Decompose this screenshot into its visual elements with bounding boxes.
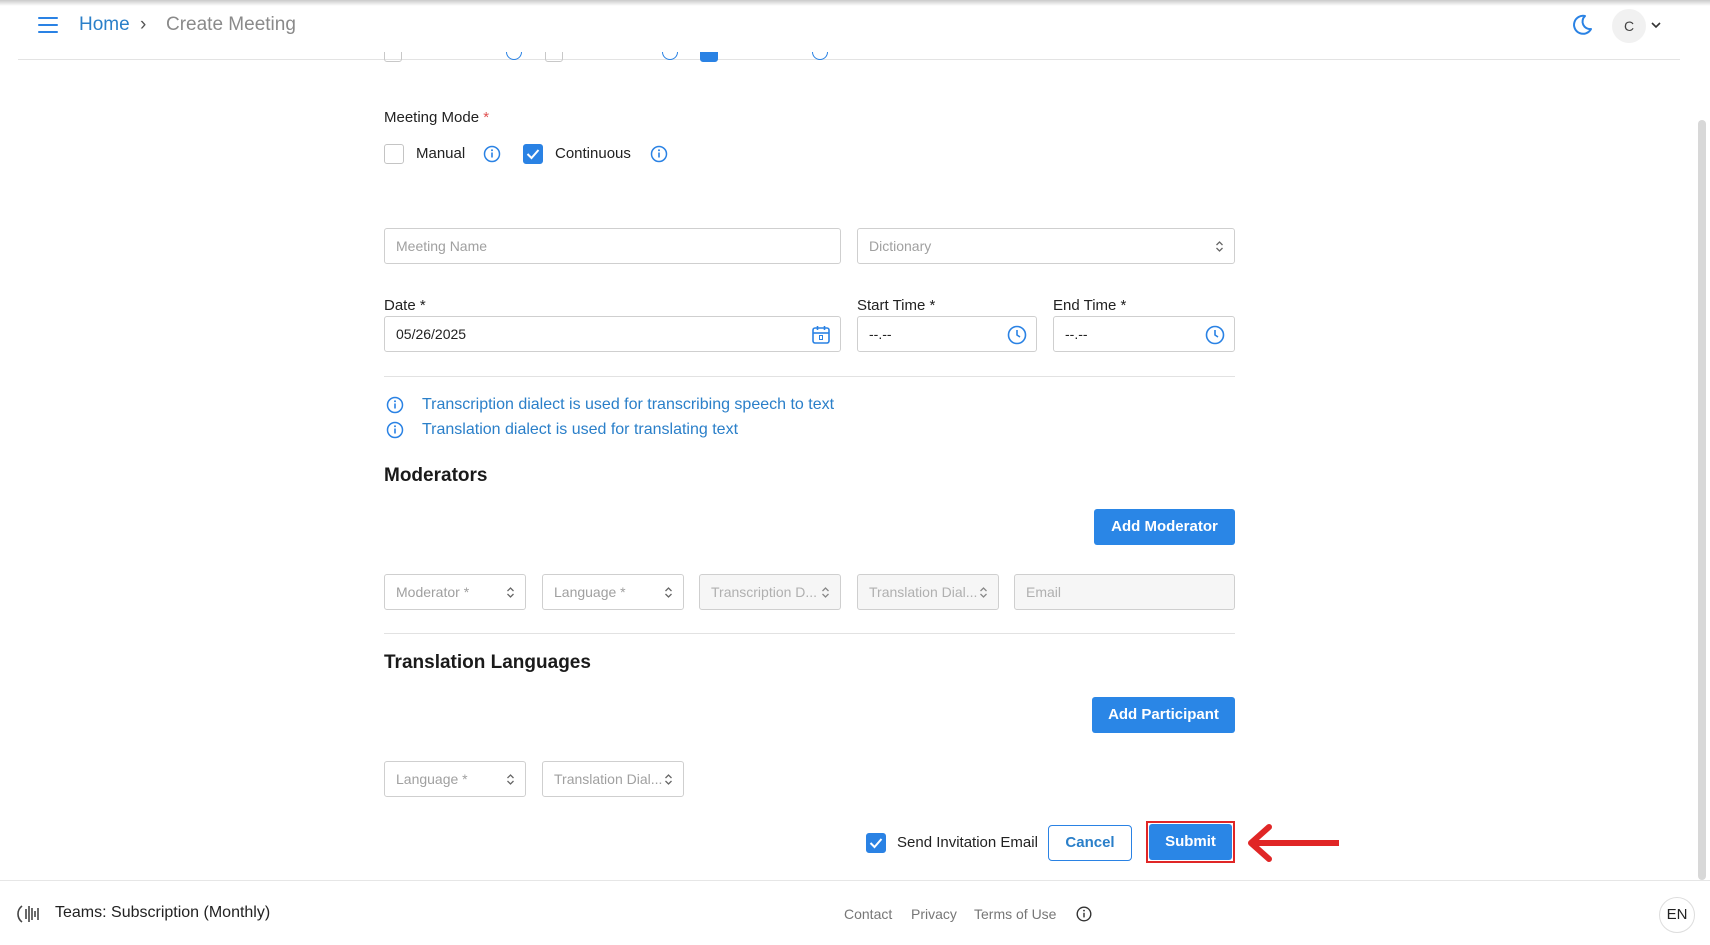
header-divider [18,59,1680,60]
translation-placeholder: Translation Dial... [869,584,978,600]
checkbox-partial[interactable] [384,52,402,62]
language-switch-button[interactable]: EN [1659,897,1695,933]
add-participant-button[interactable]: Add Participant [1092,697,1235,733]
language-placeholder: Language * [396,771,468,787]
translation-dialect-select[interactable]: Translation Dial... [857,574,999,610]
moderator-placeholder: Moderator * [396,584,470,600]
info-icon [386,396,404,414]
add-moderator-button[interactable]: Add Moderator [1094,509,1235,545]
moderator-select[interactable]: Moderator * [384,574,526,610]
continuous-checkbox[interactable] [523,144,543,164]
transcription-hint: Transcription dialect is used for transc… [422,396,835,413]
translation-placeholder: Translation Dial... [554,771,663,787]
transcription-dialect-select[interactable]: Transcription D... [699,574,841,610]
header: Home › Create Meeting C [0,0,1710,60]
participant-translation-dialect-select[interactable]: Translation Dial... [542,761,684,797]
hamburger-menu-icon[interactable] [38,16,60,34]
select-arrows-icon [980,587,987,598]
start-time-value: --.-- [869,326,892,342]
select-arrows-icon [507,587,514,598]
send-invitation-label: Send Invitation Email [897,834,1038,851]
participant-language-select[interactable]: Language * [384,761,526,797]
manual-checkbox[interactable] [384,144,404,164]
meeting-name-input[interactable]: Meeting Name [384,228,841,264]
end-time-input[interactable]: --.-- [1053,316,1235,352]
meeting-mode-label: Meeting Mode * [384,109,490,126]
info-icon[interactable] [1076,906,1092,922]
manual-info-icon[interactable] [483,145,501,163]
moderators-title: Moderators [384,465,488,486]
info-icon [662,52,678,60]
start-time-input[interactable]: --.-- [857,316,1037,352]
info-icon [386,421,404,439]
section-divider [384,376,1235,377]
moderator-email-input[interactable]: Email [1014,574,1235,610]
checkbox-partial[interactable] [545,52,563,62]
submit-highlight-box [1146,821,1235,863]
clock-icon[interactable] [1204,324,1226,346]
breadcrumb-separator: › [140,14,147,35]
footer-privacy-link[interactable]: Privacy [911,906,957,922]
info-icon [812,52,828,60]
language-placeholder: Language * [554,584,626,600]
date-value: 05/26/2025 [396,326,467,342]
translation-languages-title: Translation Languages [384,652,591,673]
red-arrow-annotation [1248,824,1339,862]
send-invitation-checkbox[interactable] [866,833,886,853]
select-arrows-icon [665,774,672,785]
select-arrows-icon [1216,241,1223,252]
manual-label: Manual [416,145,466,162]
dark-mode-moon-icon[interactable] [1570,13,1594,37]
footer-contact-link[interactable]: Contact [844,906,892,922]
translation-hint: Translation dialect is used for translat… [422,421,739,438]
date-label: Date * [384,297,426,314]
transcription-placeholder: Transcription D... [711,584,818,600]
cancel-button[interactable]: Cancel [1048,825,1132,861]
select-arrows-icon [822,587,829,598]
select-arrows-icon [665,587,672,598]
date-input[interactable]: 05/26/2025 [384,316,841,352]
continuous-label: Continuous [555,145,631,162]
moderator-language-select[interactable]: Language * [542,574,684,610]
breadcrumb-home-link[interactable]: Home [79,14,130,36]
team-subscription: Teams: Subscription (Monthly) [55,904,271,921]
footer-terms-link[interactable]: Terms of Use [974,906,1056,922]
user-avatar[interactable]: C [1612,9,1646,43]
footer-divider [0,880,1710,881]
dictionary-select[interactable]: Dictionary [857,228,1235,264]
breadcrumb-current: Create Meeting [166,14,296,35]
continuous-info-icon[interactable] [650,145,668,163]
checkbox-partial-checked[interactable] [700,52,718,62]
start-time-label: Start Time * [857,297,936,314]
end-time-label: End Time * [1053,297,1127,314]
chevron-down-icon[interactable] [1650,19,1662,31]
select-arrows-icon [507,774,514,785]
app-logo-icon [17,905,39,923]
info-icon [506,52,522,60]
scrolled-options-row [384,52,844,64]
end-time-value: --.-- [1065,326,1088,342]
clock-icon[interactable] [1006,324,1028,346]
dictionary-placeholder: Dictionary [869,238,932,254]
scrollbar[interactable] [1698,120,1706,880]
calendar-icon[interactable] [810,324,832,346]
section-divider [384,633,1235,634]
